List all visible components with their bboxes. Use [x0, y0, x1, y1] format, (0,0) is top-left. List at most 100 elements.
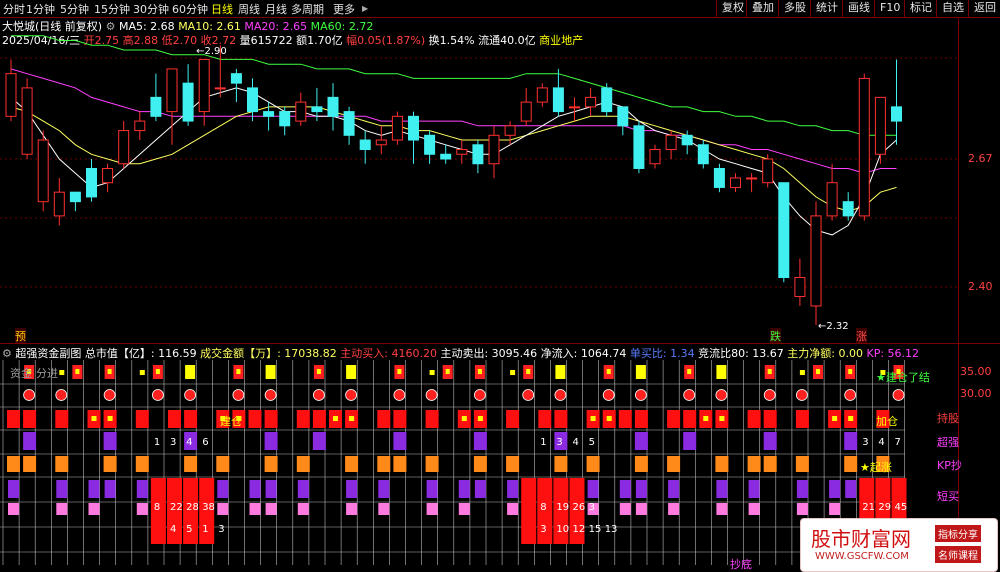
ma60-line: [11, 35, 897, 136]
candle-25[interactable]: [408, 111, 419, 164]
ind-r2-dot-21: [349, 416, 355, 421]
candle-14[interactable]: [230, 68, 242, 103]
candle-54[interactable]: [874, 96, 886, 164]
candle-1[interactable]: [21, 78, 33, 159]
candle-10[interactable]: [166, 68, 178, 145]
candle-43[interactable]: [697, 140, 709, 169]
candle-38[interactable]: [617, 106, 629, 136]
candle-20[interactable]: [327, 83, 339, 131]
candle-55[interactable]: [891, 59, 902, 145]
candle-8[interactable]: [134, 111, 146, 141]
ind-r6-cell-49: [796, 503, 808, 515]
period-tab-9[interactable]: 多周期: [291, 1, 324, 17]
candle-29[interactable]: [472, 140, 484, 174]
ind-r3-cell-42: [683, 432, 697, 450]
candle-52[interactable]: [842, 192, 854, 221]
candle-41[interactable]: [665, 130, 677, 159]
candle-35[interactable]: [569, 97, 580, 122]
ind-r4-cell-29: [473, 456, 487, 472]
ind-num-d-1: 22: [170, 502, 183, 513]
toolbar-button-8[interactable]: 返回: [968, 0, 1000, 17]
candle-15[interactable]: [247, 78, 258, 122]
candle-7[interactable]: [118, 121, 130, 169]
candle-17[interactable]: [279, 106, 291, 136]
ind-r4-cell-31: [506, 456, 520, 472]
ind-r0-cell-44: [716, 365, 727, 379]
candle-49[interactable]: [794, 258, 806, 306]
price-chart[interactable]: ←2.90 ←2.32: [0, 18, 958, 340]
ind-r2-cell-39: [634, 410, 648, 428]
candle-32[interactable]: [520, 87, 532, 126]
candle-21[interactable]: [343, 106, 355, 145]
toolbar-button-3[interactable]: 统计: [810, 0, 843, 17]
ind-r4-cell-13: [216, 456, 230, 472]
candle-33[interactable]: [536, 83, 548, 107]
candle-37[interactable]: [601, 83, 613, 117]
period-tab-7[interactable]: 周线: [238, 1, 260, 17]
candle-40[interactable]: [649, 144, 661, 169]
candle-51[interactable]: [826, 163, 838, 221]
candle-27[interactable]: [440, 144, 452, 164]
candle-53[interactable]: [858, 73, 870, 221]
candle-44[interactable]: [713, 163, 725, 193]
period-tab-10[interactable]: 更多: [333, 1, 355, 17]
candle-23[interactable]: [375, 125, 387, 155]
candle-47[interactable]: [762, 154, 774, 188]
candle-9[interactable]: [150, 73, 162, 122]
ind-num-b-2: 4: [573, 437, 579, 448]
toolbar-button-2[interactable]: 多股: [778, 0, 811, 17]
ind-r6-cell-13: [217, 503, 229, 515]
period-tab-4[interactable]: 30分钟: [133, 1, 169, 17]
ind-r0-dot-27: [445, 369, 450, 374]
fund-label: 资金: [10, 367, 32, 380]
period-tab-1[interactable]: 1分钟: [26, 1, 55, 17]
candle-50[interactable]: [810, 201, 822, 325]
ind-r1-cell-55: [892, 389, 905, 401]
candle-16[interactable]: [263, 102, 275, 131]
period-tab-5[interactable]: 60分钟: [172, 1, 208, 17]
candle-24[interactable]: [391, 111, 403, 145]
ind-r6-cell-46: [748, 503, 760, 515]
toolbar-button-4[interactable]: 画线: [842, 0, 875, 17]
toolbar-button-1[interactable]: 叠加: [746, 0, 779, 17]
candle-36[interactable]: [585, 87, 597, 117]
candle-2[interactable]: [37, 130, 49, 212]
candle-11[interactable]: [182, 64, 194, 126]
toolbar-button-0[interactable]: 复权: [716, 0, 749, 17]
ind-r5-cell-18: [297, 480, 309, 498]
period-tab-3[interactable]: 15分钟: [94, 1, 130, 17]
ind-r0-dot-4: [75, 369, 80, 374]
ind-r1-cell-11: [184, 389, 197, 401]
more-arrow-icon[interactable]: ▶: [362, 4, 368, 13]
candle-30[interactable]: [488, 125, 500, 178]
candle-34[interactable]: [552, 68, 564, 117]
period-tab-8[interactable]: 月线: [265, 1, 287, 17]
toolbar-button-6[interactable]: 标记: [904, 0, 937, 17]
candle-4[interactable]: [69, 191, 81, 212]
toolbar-button-5[interactable]: F10: [874, 0, 905, 17]
ind-r2-cell-31: [506, 410, 520, 428]
candle-28[interactable]: [456, 140, 468, 164]
candle-5[interactable]: [86, 159, 97, 202]
ind-r2-cell-0: [7, 410, 20, 428]
ind-r6-cell-39: [635, 503, 647, 515]
candle-48[interactable]: [778, 182, 790, 283]
candle-45[interactable]: [730, 173, 741, 193]
indicator-icon[interactable]: ⚙: [2, 347, 12, 360]
ind-r2-cell-24: [393, 410, 407, 428]
candle-31[interactable]: [504, 121, 516, 145]
short-label: 短买: [937, 490, 959, 503]
ind-num-g-3: 3: [218, 524, 224, 535]
candle-6[interactable]: [102, 163, 114, 193]
toolbar-button-7[interactable]: 自选: [936, 0, 969, 17]
ind-r2-cell-8: [135, 410, 149, 428]
candle-46[interactable]: [746, 173, 758, 193]
ind-r1-cell-9: [151, 389, 164, 401]
candle-0[interactable]: [5, 59, 17, 122]
candle-18[interactable]: [295, 92, 307, 126]
period-tab-6[interactable]: 日线: [211, 1, 233, 17]
period-tab-0[interactable]: 分时: [3, 1, 25, 17]
candle-39[interactable]: [633, 121, 645, 174]
ind-r0-cell-11: [185, 365, 196, 379]
period-tab-2[interactable]: 5分钟: [60, 1, 89, 17]
